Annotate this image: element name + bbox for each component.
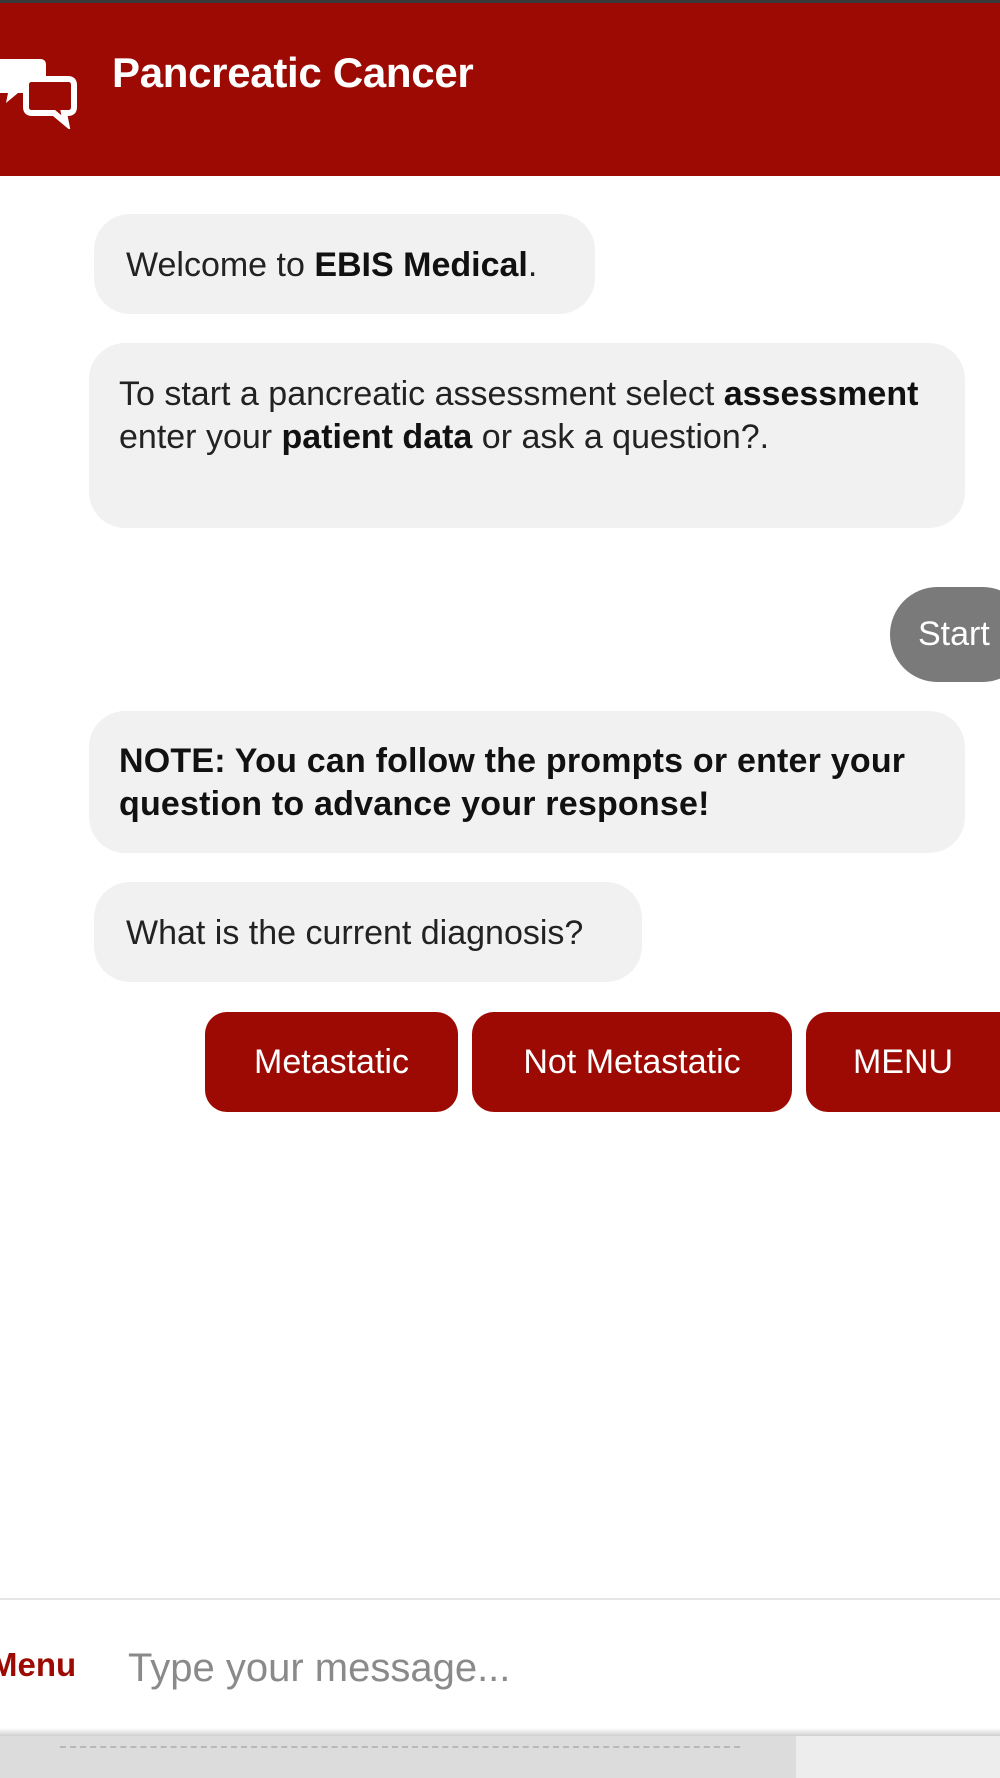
user-message: Start <box>890 587 1000 682</box>
metastatic-button[interactable]: Metastatic <box>205 1012 458 1112</box>
intro-text-1: To start a pancreatic assessment select <box>119 375 724 413</box>
bot-message-welcome: Welcome to EBIS Medical. <box>94 214 595 314</box>
bot-message-note: NOTE: You can follow the prompts or ente… <box>89 711 965 853</box>
chat-title: Pancreatic Cancer <box>112 49 474 96</box>
footer-menu-link[interactable]: Menu <box>0 1646 76 1684</box>
chat-header: Pancreatic Cancer <box>0 3 1000 176</box>
intro-bold-assessment: assessment <box>723 375 919 413</box>
chat-window: Pancreatic Cancer Welcome to EBIS Medica… <box>0 0 1000 1778</box>
intro-bold-patient-data: patient data <box>281 418 473 456</box>
welcome-brand: EBIS Medical <box>314 246 528 284</box>
footer-divider <box>0 1598 1000 1600</box>
menu-button[interactable]: MENU <box>806 1012 1000 1112</box>
welcome-suffix: . <box>527 246 538 284</box>
intro-text-3: or ask a question?. <box>472 418 770 456</box>
chat-bubbles-icon <box>0 53 78 131</box>
welcome-prefix: Welcome to <box>126 246 315 284</box>
intro-text-2: enter your <box>119 418 282 456</box>
message-input[interactable] <box>112 1630 972 1706</box>
window-shadow <box>0 1728 1000 1736</box>
underlying-panel <box>0 1735 796 1778</box>
bot-message-intro: To start a pancreatic assessment select … <box>89 343 965 528</box>
not-metastatic-button[interactable]: Not Metastatic <box>472 1012 792 1112</box>
bot-message-question: What is the current diagnosis? <box>94 882 642 982</box>
dashed-divider <box>60 1746 740 1748</box>
